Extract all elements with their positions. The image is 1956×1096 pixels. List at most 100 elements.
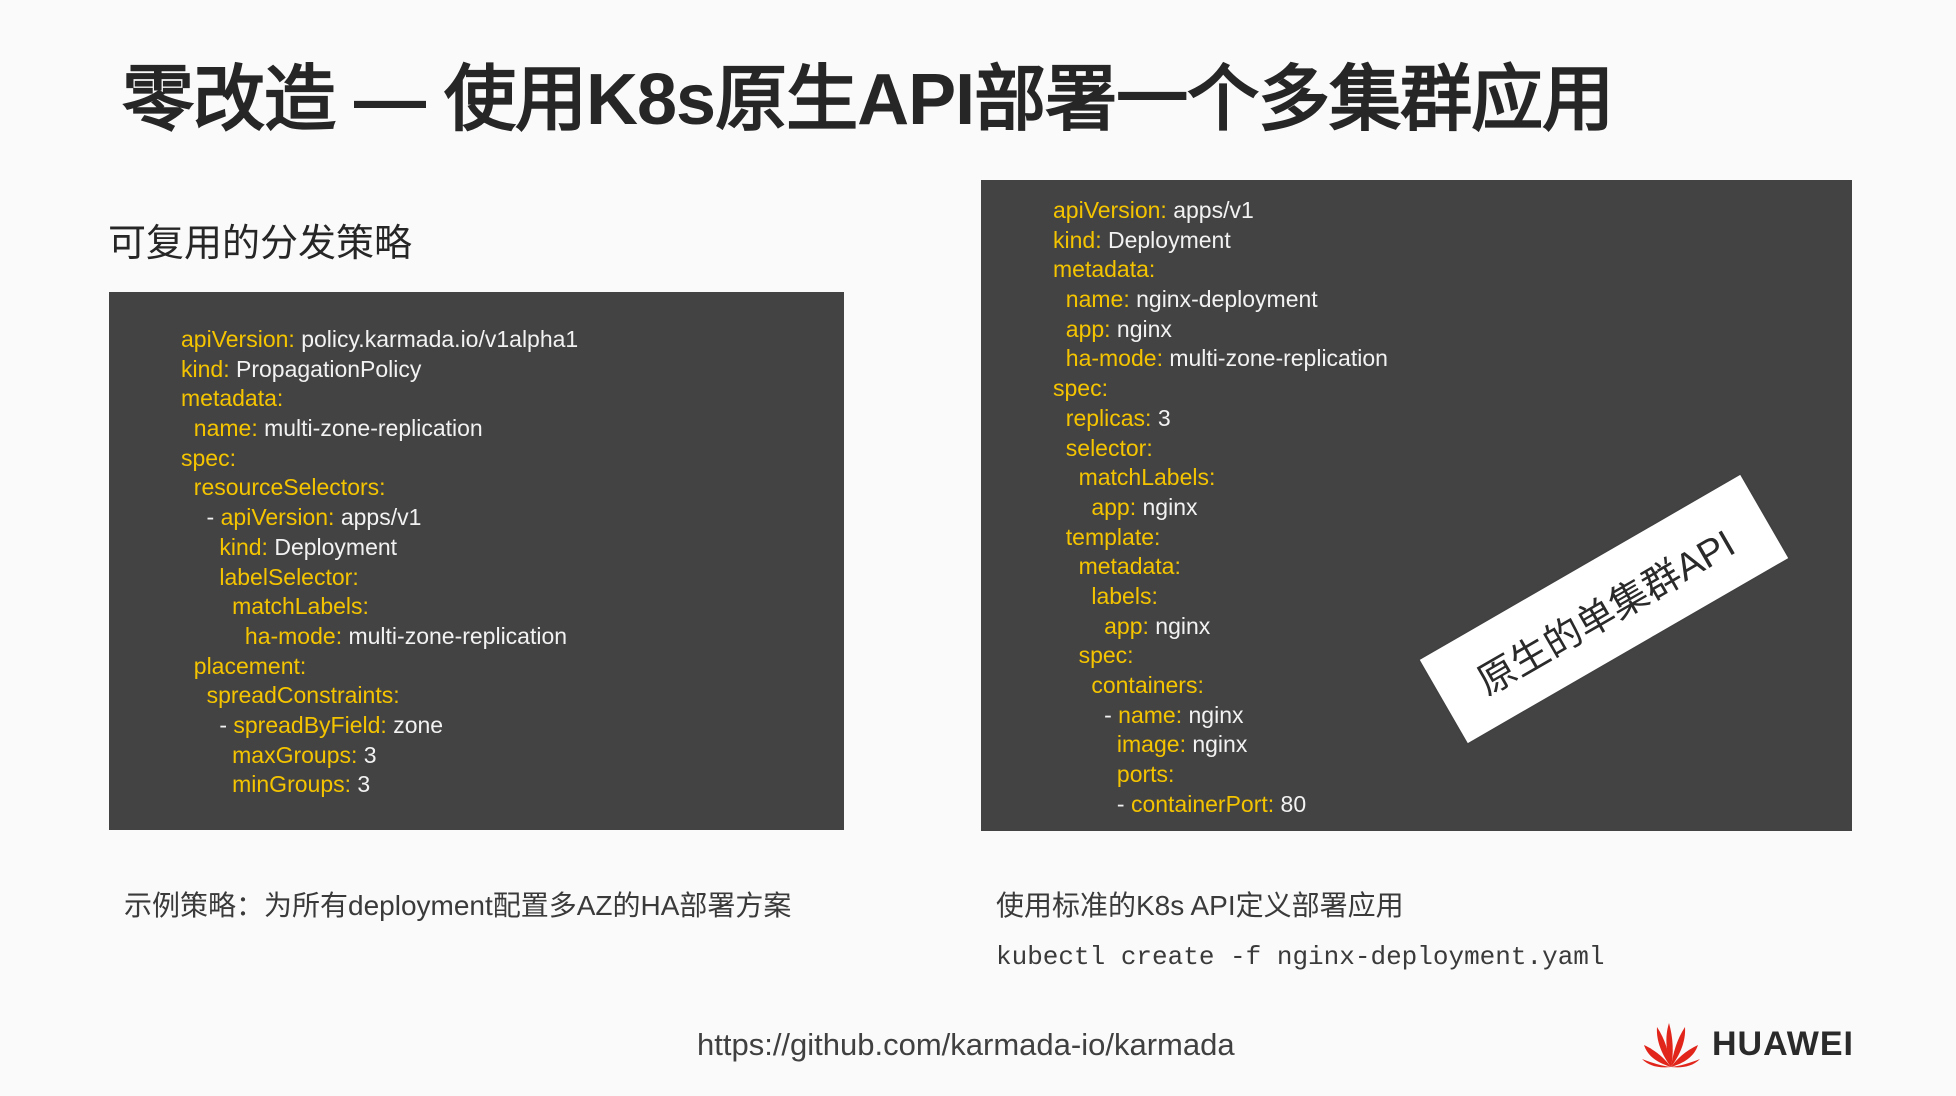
yaml-key: containerPort <box>1130 790 1268 817</box>
left-code-line: resourceSelectors: <box>181 473 844 503</box>
left-code-line: apiVersion: policy.karmada.io/v1alpha1 <box>181 325 844 355</box>
policy-caption: 示例策略：为所有deployment配置多AZ的HA部署方案 <box>124 890 792 921</box>
yaml-value: nginx-deployment <box>1129 286 1318 313</box>
yaml-colon: : <box>1101 375 1108 402</box>
yaml-colon: : <box>276 385 284 412</box>
code-indent: - <box>1053 701 1119 728</box>
left-code-line: name: multi-zone-replication <box>181 414 844 444</box>
yaml-colon: : <box>1174 553 1181 580</box>
yaml-key: matchLabels <box>1078 464 1209 491</box>
yaml-value: apps/v1 <box>1166 197 1254 223</box>
yaml-key: spec <box>1053 375 1102 402</box>
yaml-colon: : <box>1151 582 1158 609</box>
yaml-value: 3 <box>1151 404 1171 431</box>
right-code-line: app: nginx <box>1053 612 1852 642</box>
left-code-line: - spreadByField: zone <box>181 711 844 741</box>
yaml-key: maxGroups <box>232 741 351 768</box>
right-code-line: metadata: <box>1053 255 1852 285</box>
yaml-key: kind <box>1053 226 1096 253</box>
yaml-value: 3 <box>357 741 377 768</box>
yaml-key: selector <box>1065 434 1147 461</box>
deployment-caption: 使用标准的K8s API定义部署应用 <box>996 890 1404 921</box>
yaml-colon: : <box>1146 434 1153 461</box>
kubectl-command: kubectl create -f nginx-deployment.yaml <box>996 942 1605 972</box>
yaml-colon: : <box>352 563 359 590</box>
yaml-key: matchLabels <box>232 593 363 620</box>
yaml-colon: : <box>1154 523 1161 550</box>
slide-title: 零改造 — 使用K8s原生API部署一个多集群应用 <box>122 60 1614 140</box>
yaml-colon: : <box>1127 642 1134 669</box>
policy-code-block: apiVersion: policy.karmada.io/v1alpha1 ki… <box>109 292 844 830</box>
yaml-value: policy.karmada.io/v1alpha1 <box>294 326 579 352</box>
yaml-value: Deployment <box>1101 226 1231 253</box>
yaml-value: multi-zone-replication <box>342 622 568 649</box>
right-code-line: ports: <box>1053 760 1852 790</box>
code-indent: - <box>181 504 221 531</box>
yaml-value: PropagationPolicy <box>229 355 422 382</box>
yaml-value: 3 <box>351 771 371 798</box>
yaml-key: name <box>1065 286 1124 313</box>
yaml-key: app <box>1104 612 1143 639</box>
right-code-line: apiVersion: apps/v1 <box>1053 196 1852 226</box>
left-code-line: kind: Deployment <box>181 533 844 563</box>
right-code-line: selector: <box>1053 434 1852 464</box>
yaml-value: Deployment <box>267 533 398 560</box>
yaml-value: multi-zone-replication <box>1162 345 1388 372</box>
yaml-value: nginx <box>1182 701 1244 728</box>
yaml-colon: : <box>1197 672 1204 698</box>
yaml-key: kind <box>181 355 224 382</box>
right-code-line: image: nginx <box>1053 730 1852 760</box>
yaml-key: spreadByField <box>233 711 381 738</box>
right-code-line: spec: <box>1053 374 1852 404</box>
yaml-key: ports <box>1116 761 1169 788</box>
yaml-colon: : <box>1168 761 1175 788</box>
left-code-line: spreadConstraints: <box>181 681 844 711</box>
yaml-key: spec <box>181 444 230 471</box>
footer-url[interactable]: https://github.com/karmada-io/karmada <box>697 1026 1235 1064</box>
yaml-key: kind <box>219 533 262 560</box>
yaml-value: multi-zone-replication <box>257 415 483 442</box>
yaml-key: image <box>1116 731 1180 758</box>
yaml-key: metadata <box>181 385 277 412</box>
code-indent: - <box>1053 790 1131 817</box>
left-code-line: placement: <box>181 652 844 682</box>
yaml-key: spec <box>1078 642 1128 669</box>
huawei-flower-icon <box>1642 1023 1700 1068</box>
code-indent: - <box>181 711 234 738</box>
left-code-line: spec: <box>181 444 844 474</box>
right-code-line: app: nginx <box>1053 315 1852 345</box>
left-code-line: labelSelector: <box>181 563 844 593</box>
yaml-value: zone <box>386 711 444 738</box>
yaml-colon: : <box>229 444 236 471</box>
left-code-line: matchLabels: <box>181 592 844 622</box>
right-code-line: kind: Deployment <box>1053 226 1852 256</box>
yaml-key: apiVersion <box>220 504 329 531</box>
yaml-key: labelSelector <box>219 563 353 590</box>
brand-name: HUAWEI <box>1712 1024 1854 1063</box>
yaml-colon: : <box>362 593 369 620</box>
right-code-line: ha-mode: multi-zone-replication <box>1053 344 1852 374</box>
left-code-line: maxGroups: 3 <box>181 741 844 771</box>
yaml-colon: : <box>393 682 400 709</box>
yaml-value: nginx <box>1136 493 1198 520</box>
yaml-key: labels <box>1091 582 1152 609</box>
yaml-key: name <box>193 415 252 442</box>
right-code-line: replicas: 3 <box>1053 404 1852 434</box>
